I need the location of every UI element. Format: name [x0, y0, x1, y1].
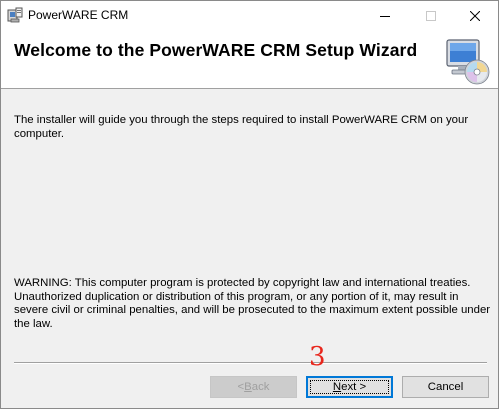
next-button-focus-ring — [310, 380, 389, 394]
cancel-button[interactable]: Cancel — [402, 376, 489, 398]
close-button[interactable] — [452, 1, 498, 31]
step-number-annotation: 3 — [309, 342, 326, 372]
installer-app-icon — [7, 7, 23, 23]
next-button[interactable]: Next > — [306, 376, 393, 398]
back-button-prefix: < — [237, 381, 245, 393]
maximize-button — [408, 1, 454, 31]
copyright-warning: WARNING: This computer program is protec… — [14, 277, 491, 330]
wizard-header-banner: Welcome to the PowerWARE CRM Setup Wizar… — [1, 31, 498, 89]
minimize-button[interactable] — [362, 1, 408, 31]
computer-cd-icon — [444, 38, 490, 86]
close-icon — [470, 11, 480, 21]
maximize-icon — [426, 11, 436, 21]
setup-wizard-window: PowerWARE CRM Welcome to the PowerWARE C… — [0, 0, 499, 409]
cancel-button-label: Cancel — [427, 381, 464, 393]
back-button-accelerator: B — [244, 381, 252, 393]
window-title: PowerWARE CRM — [28, 8, 129, 22]
back-button-label: ack — [251, 381, 270, 393]
minimize-icon — [380, 16, 390, 17]
title-bar[interactable]: PowerWARE CRM — [1, 1, 498, 31]
intro-message: The installer will guide you through the… — [14, 114, 469, 140]
wizard-title: Welcome to the PowerWARE CRM Setup Wizar… — [14, 40, 418, 60]
back-button[interactable]: < Back — [210, 376, 297, 398]
footer-separator-highlight — [14, 363, 487, 364]
